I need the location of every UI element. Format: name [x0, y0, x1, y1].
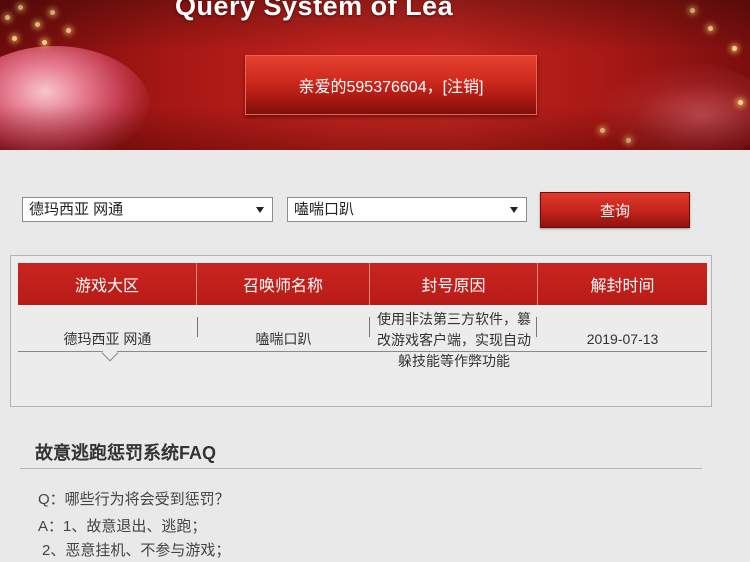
results-table-header: 游戏大区 召唤师名称 封号原因 解封时间	[18, 263, 707, 305]
cell-region: 德玛西亚 网通	[63, 331, 152, 347]
caret-down-icon	[256, 207, 264, 213]
user-greeting: 亲爱的595376604，	[298, 79, 443, 96]
header-banner: Query System of Lea 亲爱的595376604， [注销]	[0, 0, 750, 150]
cell-summoner-name: 嗑喘口趴	[255, 331, 312, 347]
summoner-select[interactable]: 嗑喘口趴	[287, 197, 527, 222]
summoner-select-value: 嗑喘口趴	[294, 201, 355, 218]
cell-divider	[536, 317, 537, 337]
cell-divider	[369, 317, 370, 337]
faq-divider	[20, 468, 702, 469]
faq-title: 故意逃跑惩罚系统FAQ	[35, 443, 217, 463]
cell-divider	[197, 317, 198, 337]
caret-down-icon	[510, 207, 518, 213]
faq-question: Q：哪些行为将会受到惩罚？	[38, 491, 230, 508]
table-row: 德玛西亚 网通 嗑喘口趴 使用非法第三方软件，篡改游戏客户端，实现自动躲技能等作…	[18, 305, 707, 369]
column-header-unban-time: 解封时间	[590, 278, 655, 295]
region-select[interactable]: 德玛西亚 网通	[22, 197, 273, 222]
column-header-region: 游戏大区	[18, 263, 197, 305]
results-panel: 游戏大区 召唤师名称 封号原因 解封时间 德玛西亚 网通 嗑喘口趴 使用非法第三…	[10, 255, 712, 407]
cell-unban-date: 2019-07-13	[586, 331, 659, 347]
cell-ban-reason: 使用非法第三方软件，篡改游戏客户端，实现自动躲技能等作弊功能	[370, 305, 538, 369]
faq-answer-line: A：1、故意退出、逃跑；	[38, 518, 207, 535]
region-select-value: 德玛西亚 网通	[29, 201, 124, 218]
ban-reason-text: 使用非法第三方软件，篡改游戏客户端，实现自动躲技能等作弊功能	[377, 311, 531, 369]
query-button[interactable]: 查询	[540, 192, 690, 228]
site-title: Query System of Lea	[175, 0, 454, 21]
logout-link[interactable]: [注销]	[443, 73, 484, 97]
column-header-ban-reason: 封号原因	[370, 263, 538, 305]
column-header-summoner-name: 召唤师名称	[197, 263, 370, 305]
user-greeting-box: 亲爱的595376604， [注销]	[245, 55, 537, 115]
faq-answer-line: 2、恶意挂机、不参与游戏；	[42, 542, 231, 559]
